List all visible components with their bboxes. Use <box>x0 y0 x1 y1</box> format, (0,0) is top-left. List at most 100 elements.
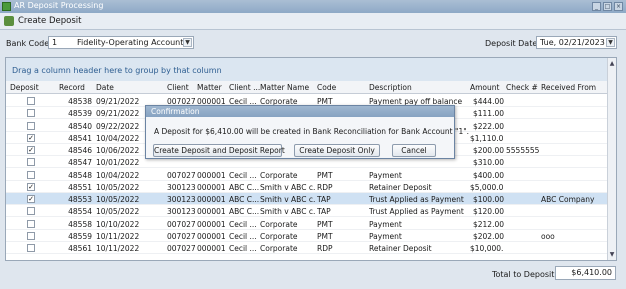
app-icon <box>2 2 11 11</box>
bank-account-name: Fidelity-Operating Account <box>77 38 184 47</box>
cell-client-name: Cecil ... <box>229 231 257 241</box>
cell-date: 10/10/2022 <box>96 219 140 229</box>
cell-amount: $200.00 <box>472 146 504 155</box>
deposit-checkbox[interactable]: ✓ <box>27 195 35 203</box>
create-deposit-only-button[interactable]: Create Deposit Only <box>294 144 380 157</box>
cell-record: 48546 <box>68 146 92 155</box>
deposit-checkbox[interactable] <box>27 207 35 216</box>
create-deposit-button[interactable]: Create Deposit <box>18 16 81 26</box>
cell-description: Retainer Deposit <box>369 244 432 253</box>
column-header[interactable]: Deposit <box>10 83 39 92</box>
create-deposit-icon[interactable] <box>4 16 14 26</box>
cell-amount: $212.00 <box>472 219 504 229</box>
scroll-down-icon[interactable]: ▼ <box>608 251 616 258</box>
column-header[interactable]: Matter Name <box>260 83 309 92</box>
create-deposit-and-report-button[interactable]: Create Deposit and Deposit Report <box>153 144 285 157</box>
cell-client-name: Cecil ... <box>229 244 257 253</box>
deposit-date-picker[interactable]: Tue, 02/21/2023 ▼ <box>536 36 617 49</box>
cell-record: 48538 <box>68 97 92 106</box>
cell-code: PMT <box>317 170 333 180</box>
cell-matter: 000001 <box>197 170 226 180</box>
deposit-checkbox[interactable] <box>27 158 35 167</box>
total-to-deposit-label: Total to Deposit <box>492 270 555 279</box>
cell-amount: $310.00 <box>472 158 504 168</box>
table-row[interactable]: 48559 10/11/2022 007027 000001 Cecil ... Corp… <box>6 230 607 242</box>
column-header[interactable]: Date <box>96 83 114 92</box>
table-row[interactable]: ✓ 48553 10/05/2022 300123 000001 ABC C... Smit… <box>6 193 607 205</box>
cell-date: 10/05/2022 <box>96 182 140 192</box>
bank-code-value: 1 <box>52 38 58 47</box>
cell-matter: 000001 <box>197 182 226 192</box>
cell-amount: $222.00 <box>472 121 504 131</box>
chevron-down-icon[interactable]: ▼ <box>606 38 615 47</box>
cell-matter: 000001 <box>197 207 226 217</box>
cell-amount: $111.00 <box>472 109 504 119</box>
confirmation-dialog: Confirmation A Deposit for $6,410.00 wil… <box>145 105 469 159</box>
deposit-checkbox[interactable] <box>27 170 35 179</box>
cell-record: 48541 <box>68 133 92 143</box>
table-row[interactable]: 48561 10/11/2022 007027 000001 Cecil ... Corp… <box>6 242 607 254</box>
cell-matter-name: Corporate <box>260 170 298 180</box>
cell-record: 48561 <box>68 244 92 253</box>
cell-received-from: ooo <box>541 231 555 241</box>
cell-description: Payment <box>369 170 402 180</box>
minimize-icon[interactable]: _ <box>592 2 601 11</box>
cell-date: 10/04/2022 <box>96 170 140 180</box>
vertical-scrollbar[interactable]: ▲ ▼ <box>607 58 616 260</box>
column-header[interactable]: Amount <box>470 83 499 92</box>
cell-code: PMT <box>317 219 333 229</box>
deposit-checkbox[interactable]: ✓ <box>27 182 35 191</box>
cell-check: 5555555 <box>506 146 540 155</box>
deposit-checkbox[interactable] <box>27 219 35 228</box>
deposit-checkbox[interactable] <box>27 231 35 240</box>
window-titlebar: AR Deposit Processing _ □ × <box>0 0 626 13</box>
deposit-checkbox[interactable]: ✓ <box>27 146 35 154</box>
table-row[interactable]: 48554 10/05/2022 300123 000001 ABC C... Smith… <box>6 205 607 218</box>
scroll-up-icon[interactable]: ▲ <box>608 60 616 67</box>
deposit-checkbox[interactable] <box>27 244 35 252</box>
dialog-title: Confirmation <box>146 106 454 117</box>
cell-amount: $400.00 <box>472 170 504 180</box>
cell-code: PMT <box>317 231 333 241</box>
column-header[interactable]: Description <box>369 83 412 92</box>
deposit-checkbox[interactable]: ✓ <box>27 133 35 142</box>
column-header[interactable]: Check # <box>506 83 538 92</box>
dialog-message: A Deposit for $6,410.00 will be created … <box>154 127 470 136</box>
cell-description: Trust Applied as Payment <box>369 207 464 217</box>
cell-record: 48547 <box>68 158 92 168</box>
cell-amount: $444.00 <box>472 97 504 106</box>
table-row[interactable]: 48558 10/10/2022 007027 000001 Cecil ... Corp… <box>6 218 607 230</box>
column-header[interactable]: Code <box>317 83 336 92</box>
column-header[interactable]: Client ... <box>229 83 260 92</box>
cancel-button[interactable]: Cancel <box>392 144 436 157</box>
column-header[interactable]: Received From <box>541 83 596 92</box>
cell-code: RDP <box>317 182 333 192</box>
deposit-checkbox[interactable] <box>27 97 35 105</box>
bank-code-select[interactable]: 1 Fidelity-Operating Account ▼ <box>48 36 194 49</box>
cell-record: 48559 <box>68 231 92 241</box>
cell-amount: $100.00 <box>472 195 504 204</box>
cell-matter-name: Smith v ABC c... <box>260 207 316 217</box>
column-header[interactable]: Matter <box>197 83 222 92</box>
cell-description: Trust Applied as Payment <box>369 195 464 204</box>
cell-code: TAP <box>317 207 331 217</box>
cell-record: 48540 <box>68 121 92 131</box>
maximize-icon[interactable]: □ <box>603 2 612 11</box>
column-header[interactable]: Record <box>59 83 85 92</box>
column-header-row: Deposit Record Date Client Matter Client… <box>6 81 607 94</box>
cell-client: 007027 <box>167 219 195 229</box>
cell-matter: 000001 <box>197 244 226 253</box>
column-header[interactable]: Client <box>167 83 189 92</box>
table-row[interactable]: 48548 10/04/2022 007027 000001 Cecil ... Corp… <box>6 169 607 181</box>
cell-client: 300123 <box>167 195 195 204</box>
cell-client-name: ABC C... <box>229 207 259 217</box>
cell-date: 10/05/2022 <box>96 195 140 204</box>
chevron-down-icon[interactable]: ▼ <box>183 38 192 47</box>
close-icon[interactable]: × <box>614 2 623 11</box>
deposit-checkbox[interactable] <box>27 121 35 130</box>
cell-date: 10/11/2022 <box>96 244 140 253</box>
cell-record: 48539 <box>68 109 92 119</box>
cell-client-name: ABC C... <box>229 182 259 192</box>
table-row[interactable]: ✓ 48551 10/05/2022 300123 000001 ABC C... Smit… <box>6 181 607 193</box>
deposit-checkbox[interactable] <box>27 109 35 118</box>
